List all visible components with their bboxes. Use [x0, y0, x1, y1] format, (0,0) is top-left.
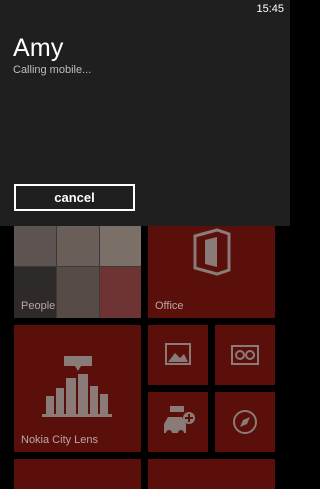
- city-lens-tile-label: Nokia City Lens: [21, 434, 99, 446]
- contact-photo: [100, 267, 141, 318]
- photo-edit-icon: [165, 343, 191, 365]
- cancel-button[interactable]: cancel: [14, 184, 135, 211]
- call-status: Calling mobile...: [13, 64, 92, 76]
- status-bar-time: 15:45: [256, 3, 284, 15]
- compass-icon: [233, 410, 257, 434]
- voicemail-icon: [231, 345, 259, 365]
- bottom-tile[interactable]: [148, 459, 275, 489]
- city-lens-icon: [42, 356, 112, 417]
- car-add-icon: [164, 406, 195, 436]
- office-icon: [193, 228, 231, 276]
- contact-name: Amy: [13, 34, 64, 62]
- office-tile[interactable]: Office: [148, 218, 275, 318]
- people-tile-label: People: [21, 300, 56, 312]
- compass-tile[interactable]: [215, 392, 275, 452]
- nokia-city-lens-tile[interactable]: Nokia City Lens: [14, 325, 141, 452]
- voicemail-tile[interactable]: [215, 325, 275, 385]
- photo-edit-tile[interactable]: [148, 325, 208, 385]
- incoming-call-overlay: 15:45 Amy Calling mobile... cancel: [0, 0, 290, 226]
- add-car-tile[interactable]: [148, 392, 208, 452]
- people-tile[interactable]: People: [14, 218, 141, 318]
- office-tile-label: Office: [155, 300, 184, 312]
- contact-photo: [57, 267, 99, 318]
- bottom-tile[interactable]: [14, 459, 141, 489]
